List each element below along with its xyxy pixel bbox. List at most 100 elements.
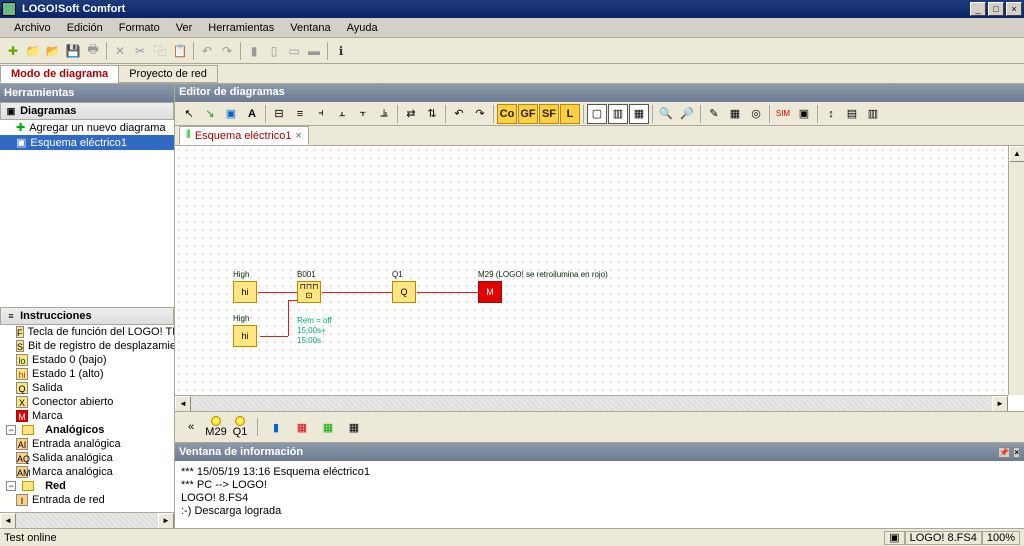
redo-icon[interactable]: ↷ [218,42,236,60]
menu-ver[interactable]: Ver [168,20,201,36]
instr-item[interactable]: XConector abierto [0,395,174,409]
tool3-icon[interactable]: ◎ [746,104,766,124]
paste-icon[interactable]: 📋 [171,42,189,60]
close-icon[interactable]: 📂 [44,42,62,60]
instr-item[interactable]: FTecla de función del LOGO! TD [0,325,174,339]
analog-item[interactable]: AMMarca analógica [0,465,174,479]
doctab-esquema[interactable]: ⦀ Esquema eléctrico1 × [179,126,309,145]
vertical-scrollbar[interactable]: ▲ [1008,146,1024,395]
text-icon[interactable]: ▣ [221,104,241,124]
co-icon[interactable]: Co [497,104,517,124]
zoomin-icon[interactable]: 🔍 [656,104,676,124]
sidebar-hscroll[interactable]: ◄► [0,512,174,528]
sf-icon[interactable]: SF [539,104,559,124]
close-button[interactable]: × [1006,2,1022,16]
al1-icon[interactable]: ≡ [290,104,310,124]
bulb-m29[interactable]: M29 [207,416,225,438]
analog-folder[interactable]: − Analógicos [0,423,174,437]
block-b001[interactable]: ⊓⊓⊓⊡ [297,281,321,303]
block-m29[interactable]: M [478,281,502,303]
undo-icon[interactable]: ↶ [198,42,216,60]
menu-formato[interactable]: Formato [111,20,168,36]
instr-item[interactable]: QSalida [0,381,174,395]
red-item[interactable]: IEntrada de red [0,493,174,507]
analog-item[interactable]: AIEntrada analógica [0,437,174,451]
page3-icon[interactable]: ▦ [629,104,649,124]
zoomout-icon[interactable]: 🔎 [677,104,697,124]
scroll-up-icon[interactable]: ▲ [1009,146,1024,162]
menu-ventana[interactable]: Ventana [282,20,338,36]
tool1-icon[interactable]: ✎ [704,104,724,124]
connect-icon[interactable]: ↘ [200,104,220,124]
menu-archivo[interactable]: Archivo [6,20,59,36]
copy-icon[interactable]: ⿻ [151,42,169,60]
al3-icon[interactable]: ⫠ [332,104,352,124]
tool7-icon[interactable]: ▥ [863,104,883,124]
page1-icon[interactable]: ▢ [587,104,607,124]
delete-icon[interactable]: ✕ [111,42,129,60]
al4-icon[interactable]: ⫟ [353,104,373,124]
block-q1[interactable]: Q [392,281,416,303]
tab-diagram-mode[interactable]: Modo de diagrama [0,65,119,83]
minimize-button[interactable]: _ [970,2,986,16]
save-icon[interactable]: 💾 [64,42,82,60]
cut2-icon[interactable]: ⊟ [269,104,289,124]
sim2-icon[interactable]: ▦ [292,417,312,437]
sim1-icon[interactable]: ▮ [266,417,286,437]
scroll-right-icon[interactable]: ► [992,396,1008,411]
block-hi1[interactable]: hi [233,281,257,303]
al5-icon[interactable]: ⫡ [374,104,394,124]
sim-icon[interactable]: SIM [773,104,793,124]
scroll-right-icon[interactable]: ► [158,513,174,529]
al2-icon[interactable]: ⫞ [311,104,331,124]
align2-icon[interactable]: ▯ [265,42,283,60]
collapse-icon[interactable]: − [6,425,16,435]
sim3-icon[interactable]: ▦ [318,417,338,437]
doctab-close-icon[interactable]: × [295,130,301,142]
align3-icon[interactable]: ▭ [285,42,303,60]
add-diagram-item[interactable]: ✚ Agregar un nuevo diagrama [0,120,174,135]
help-icon[interactable]: ℹ [332,42,350,60]
new-icon[interactable]: ✚ [4,42,22,60]
tool6-icon[interactable]: ▤ [842,104,862,124]
cut-icon[interactable]: ✂ [131,42,149,60]
current-diagram-item[interactable]: ▣ Esquema eléctrico1 [0,135,174,150]
menu-ayuda[interactable]: Ayuda [339,20,386,36]
tool2-icon[interactable]: ▦ [725,104,745,124]
l-icon[interactable]: L [560,104,580,124]
redo2-icon[interactable]: ↷ [470,104,490,124]
canvas[interactable]: High hi High hi B001 ⊓⊓⊓⊡ Rem = off 15:0… [175,146,1008,395]
a-icon[interactable]: A [242,104,262,124]
instr-item[interactable]: hiEstado 1 (alto) [0,367,174,381]
scroll-left-icon[interactable]: ◄ [175,396,191,411]
instr-item[interactable]: MMarca [0,409,174,423]
menu-herramientas[interactable]: Herramientas [200,20,282,36]
maximize-button[interactable]: □ [988,2,1004,16]
gf-icon[interactable]: GF [518,104,538,124]
align1-icon[interactable]: ▮ [245,42,263,60]
open-icon[interactable]: 📁 [24,42,42,60]
sp2-icon[interactable]: ⇅ [422,104,442,124]
tool5-icon[interactable]: ↕ [821,104,841,124]
tool4-icon[interactable]: ▣ [794,104,814,124]
collapse-icon[interactable]: − [6,481,16,491]
sp1-icon[interactable]: ⇄ [401,104,421,124]
pointer-icon[interactable]: ↖ [179,104,199,124]
tab-network-project[interactable]: Proyecto de red [118,65,218,83]
page2-icon[interactable]: ▥ [608,104,628,124]
info-body[interactable]: *** 15/05/19 13:16 Esquema eléctrico1 **… [175,461,1024,528]
instructions-header[interactable]: ≡ Instrucciones [0,307,174,325]
scroll-left-icon[interactable]: ◄ [0,513,16,529]
analog-item[interactable]: AQSalida analógica [0,451,174,465]
info-pin-icon[interactable]: 📌 [998,447,1010,458]
undo2-icon[interactable]: ↶ [449,104,469,124]
print-icon[interactable]: 🖶 [84,42,102,60]
instr-item[interactable]: loEstado 0 (bajo) [0,353,174,367]
sim4-icon[interactable]: ▦ [344,417,364,437]
canvas-area[interactable]: High hi High hi B001 ⊓⊓⊓⊡ Rem = off 15:0… [175,146,1024,411]
rewind-icon[interactable]: « [181,417,201,437]
menu-edicion[interactable]: Edición [59,20,111,36]
horizontal-scrollbar[interactable]: ◄ ► [175,395,1008,411]
align4-icon[interactable]: ▬ [305,42,323,60]
bulb-q1[interactable]: Q1 [231,416,249,438]
